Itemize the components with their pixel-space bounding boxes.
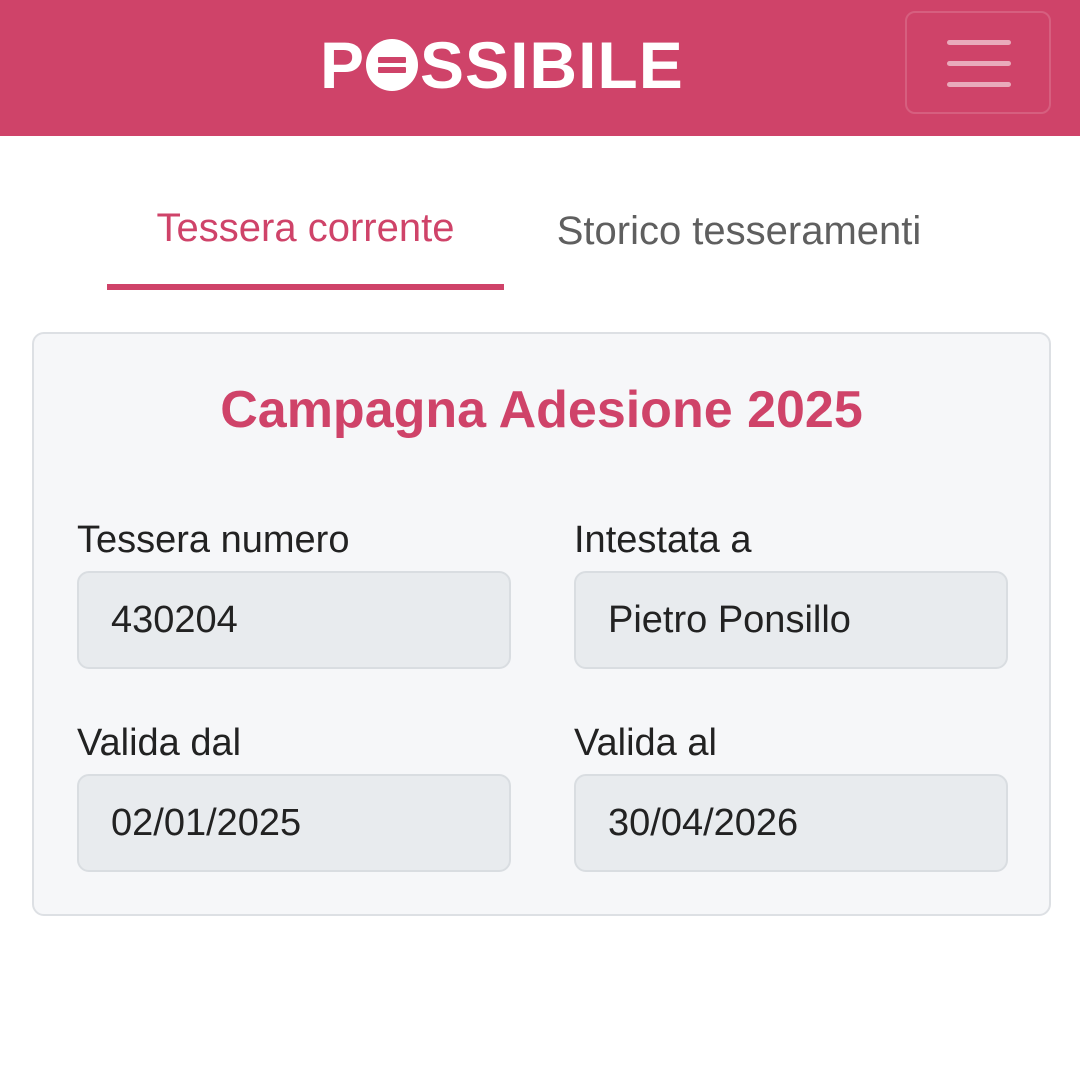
card-number-field: 430204 xyxy=(77,571,511,669)
hamburger-bar-icon xyxy=(947,61,1011,66)
hamburger-bar-icon xyxy=(947,40,1011,45)
holder-field: Pietro Ponsillo xyxy=(574,571,1008,669)
tab-current-card[interactable]: Tessera corrente xyxy=(107,180,504,290)
holder-label: Intestata a xyxy=(574,519,752,561)
valid-from-label: Valida dal xyxy=(77,722,242,764)
card-title: Campagna Adesione 2025 xyxy=(220,381,863,439)
valid-to-label: Valida al xyxy=(574,722,717,764)
logo-text-start: P xyxy=(320,28,366,102)
tab-bar: Tessera corrente Storico tesseramenti xyxy=(0,180,1080,292)
logo-equals-icon xyxy=(366,39,419,91)
valid-to-field: 30/04/2026 xyxy=(574,774,1008,872)
navbar: P SSIBILE xyxy=(0,0,1080,136)
membership-card: Campagna Adesione 2025 Tessera numero 43… xyxy=(32,332,1051,916)
hamburger-bar-icon xyxy=(947,82,1011,87)
logo-text-end: SSIBILE xyxy=(420,28,684,102)
card-number-label: Tessera numero xyxy=(77,519,350,561)
menu-toggle-button[interactable] xyxy=(905,11,1051,114)
tab-membership-history[interactable]: Storico tesseramenti xyxy=(504,180,974,290)
valid-from-field: 02/01/2025 xyxy=(77,774,511,872)
brand-logo[interactable]: P SSIBILE xyxy=(320,28,684,102)
